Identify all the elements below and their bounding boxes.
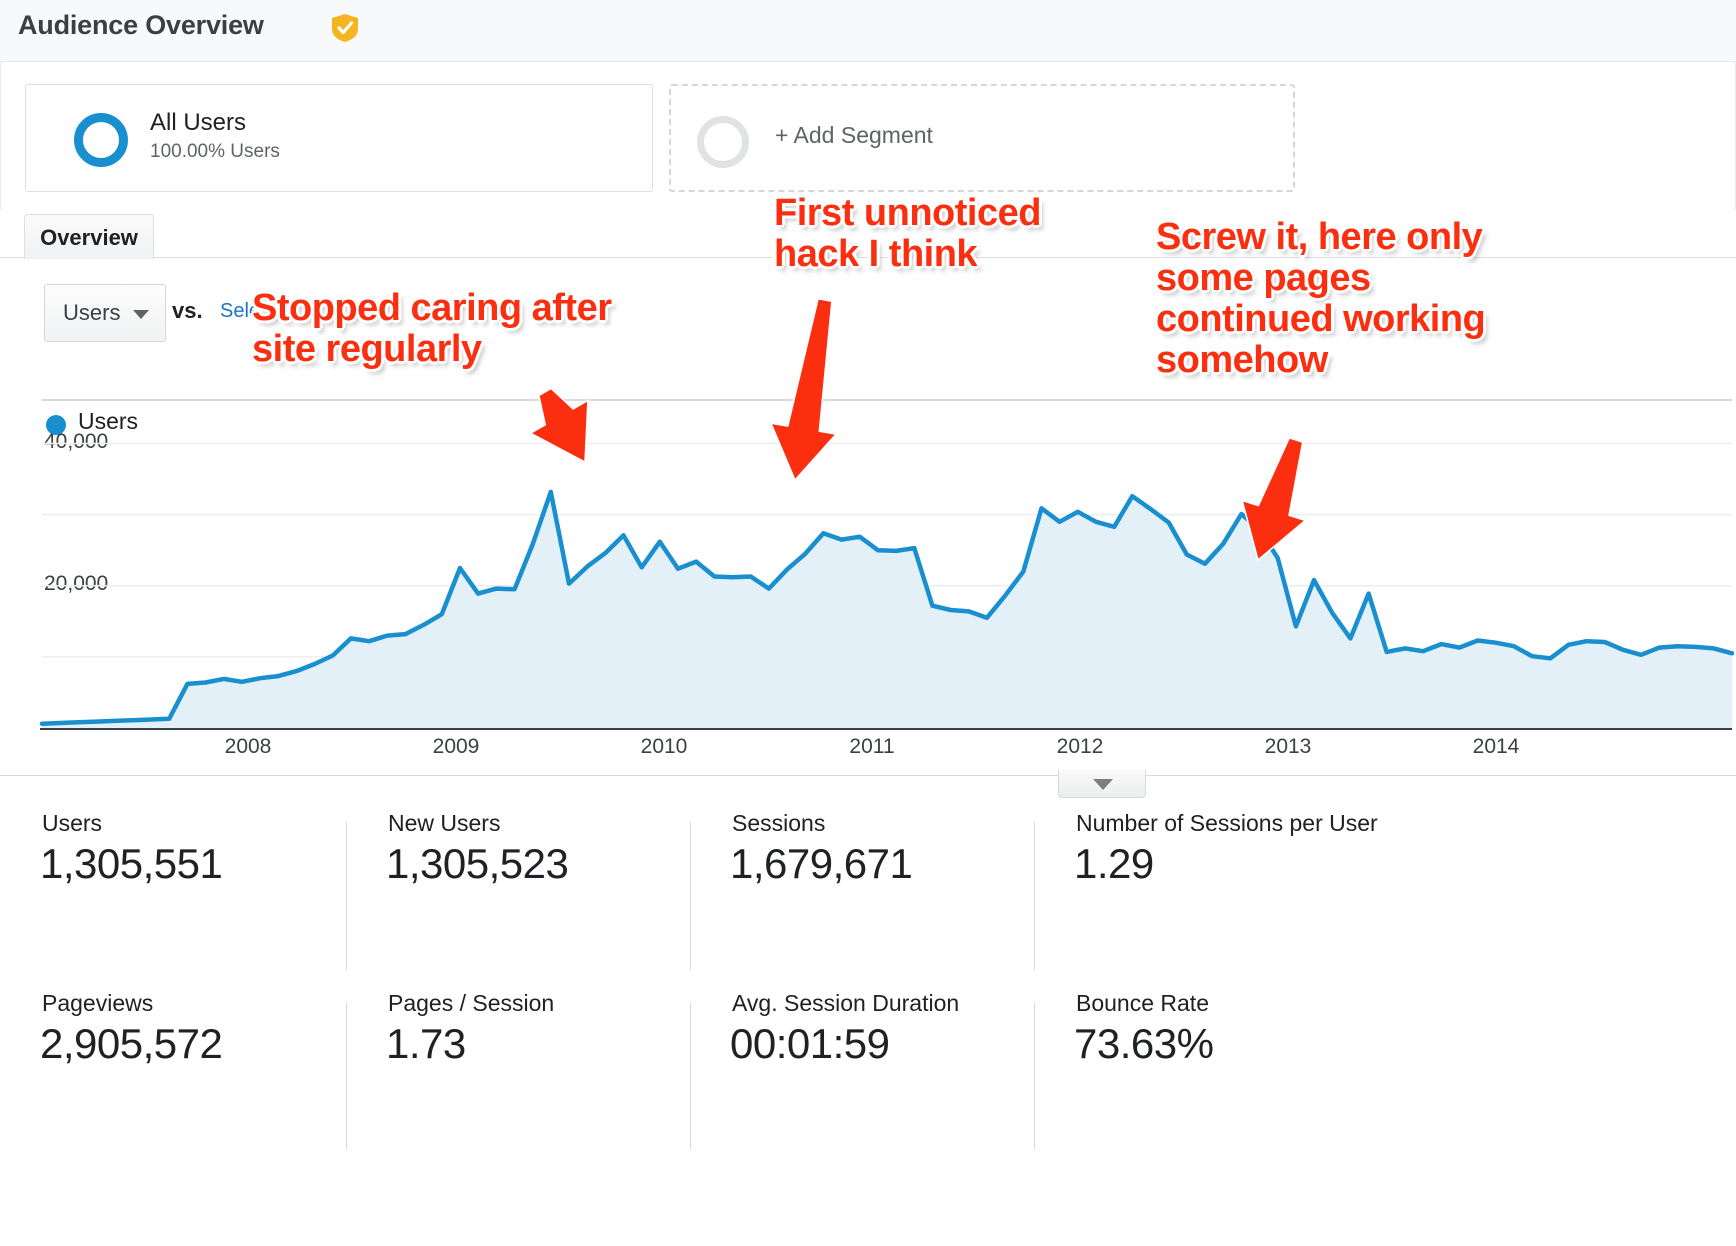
metric-card[interactable]: Number of Sessions per User 1.29 <box>1034 810 1378 980</box>
metric-card-value: 1.29 <box>1074 840 1154 887</box>
metric-card[interactable]: Pages / Session 1.73 <box>346 990 690 1160</box>
x-axis-tick-label: 2008 <box>224 735 272 758</box>
x-axis-tick-label: 2014 <box>1472 735 1520 758</box>
metric-card[interactable]: Pageviews 2,905,572 <box>0 990 344 1160</box>
metric-card-value: 1,305,551 <box>40 840 223 887</box>
annotation-text: Stopped caring after site regularly <box>252 287 612 371</box>
metric-card-title: Sessions <box>732 810 826 836</box>
metric-card-title: Pageviews <box>42 990 154 1016</box>
metric-card-value: 1,305,523 <box>386 840 569 887</box>
chart-collapse-handle[interactable] <box>1058 770 1146 798</box>
metric-card-title: Users <box>42 810 103 836</box>
x-axis-tick-label: 2009 <box>432 735 480 758</box>
x-axis-tick-label: 2010 <box>640 735 688 758</box>
chart-bottom-rule <box>0 775 1736 776</box>
x-axis-baseline <box>40 728 1732 730</box>
x-axis-tick-label: 2012 <box>1056 735 1104 758</box>
metric-card[interactable]: Sessions 1,679,671 <box>690 810 1034 980</box>
metric-card-value: 1,679,671 <box>730 840 913 887</box>
metric-card-value: 73.63% <box>1074 1020 1214 1067</box>
card-divider <box>1034 1002 1035 1150</box>
users-over-time-chart <box>39 399 1735 728</box>
metric-card[interactable]: New Users 1,305,523 <box>346 810 690 980</box>
annotation-text: First unnoticed hack I think <box>774 192 1041 276</box>
metric-card-title: Avg. Session Duration <box>732 990 960 1016</box>
metric-card-value: 00:01:59 <box>730 1020 890 1067</box>
chevron-down-icon <box>1093 779 1113 790</box>
card-divider <box>690 1002 691 1150</box>
metric-card-value: 2,905,572 <box>40 1020 223 1067</box>
card-divider <box>690 822 691 970</box>
metric-card-title: New Users <box>388 810 501 836</box>
annotation-text: Screw it, here only some pages continued… <box>1156 216 1486 382</box>
x-axis-tick-label: 2011 <box>849 735 895 758</box>
card-divider <box>1034 822 1035 970</box>
metric-card[interactable]: Avg. Session Duration 00:01:59 <box>690 990 1034 1160</box>
metric-card-title: Bounce Rate <box>1076 990 1209 1016</box>
metric-card[interactable]: Bounce Rate 73.63% <box>1034 990 1378 1160</box>
metric-card[interactable]: Users 1,305,551 <box>0 810 344 980</box>
metric-cards-grid: Users 1,305,551 New Users 1,305,523 Sessions… <box>0 810 1736 1246</box>
audience-overview-page: Audience Overview All Users 100.00% User… <box>0 0 1736 1246</box>
x-axis-tick-label: 2013 <box>1264 735 1312 758</box>
card-divider <box>346 1002 347 1150</box>
metric-card-value: 1.73 <box>386 1020 466 1067</box>
metric-card-title: Pages / Session <box>388 990 555 1016</box>
card-divider <box>346 822 347 970</box>
metric-card-title: Number of Sessions per User <box>1076 810 1378 836</box>
